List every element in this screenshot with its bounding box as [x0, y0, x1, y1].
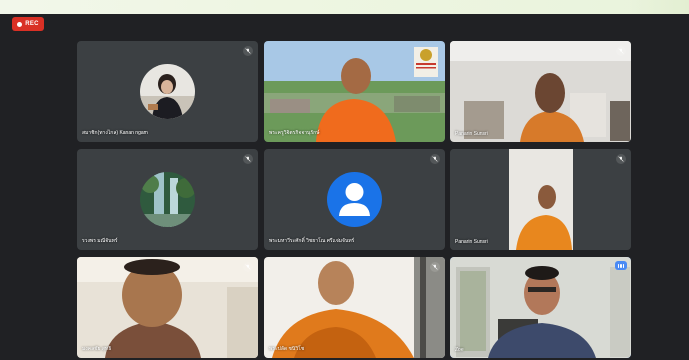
mic-muted-icon [430, 262, 440, 272]
participant-tile[interactable]: Panarin Sunsri [450, 41, 631, 142]
mic-muted-icon [243, 46, 253, 56]
participant-name: Panarin Sunsri [455, 131, 488, 137]
participant-tile[interactable]: Panarin Sunsri [450, 149, 631, 250]
recording-label: REC [25, 21, 39, 27]
participant-tile[interactable]: สมาชิก(ทางไกล) Kanan ngam [77, 41, 258, 142]
participant-video [77, 257, 258, 358]
mic-muted-icon [243, 262, 253, 272]
participant-avatar [140, 64, 195, 119]
mic-muted-icon [430, 154, 440, 164]
speaking-indicator-icon [615, 261, 627, 270]
top-banner [0, 0, 689, 14]
mic-muted-icon [616, 46, 626, 56]
participant-video [264, 41, 445, 142]
participant-avatar [327, 172, 382, 227]
participant-name: พระมหาวีระศักดิ์ วิชยาโณ ศรีแจ่มจันทร์ [269, 238, 355, 244]
participant-name: Panarin Sunsri [455, 239, 488, 245]
participant-tile[interactable]: พระมหาวีระศักดิ์ วิชยาโณ ศรีแจ่มจันทร์ [264, 149, 445, 250]
participant-name: พระปลัด ชนิวิโช [269, 346, 305, 352]
default-user-icon [339, 183, 370, 216]
recording-indicator: REC [12, 17, 44, 31]
mic-muted-icon [243, 154, 253, 164]
participant-name: พระครูวิจิตรกิจจานุรักษ์ [269, 130, 320, 136]
participant-tile-active[interactable]: Zoe [450, 257, 631, 358]
participant-tile[interactable]: พระครูวิจิตรกิจจานุรักษ์ [264, 41, 445, 142]
participant-name: รวงพร มณีจันทร์ [82, 238, 118, 244]
participant-name: สมาชิก(ทางไกล) Kanan ngam [82, 130, 148, 136]
participant-video [450, 149, 631, 250]
participant-tile[interactable]: พระปลัด ชนิวิโช [264, 257, 445, 358]
participant-name: Zoe [455, 347, 464, 353]
record-dot-icon [17, 21, 23, 27]
participant-avatar [140, 172, 195, 227]
mic-muted-icon [616, 154, 626, 164]
participant-video [450, 257, 631, 358]
participant-video [264, 257, 445, 358]
participant-tile[interactable]: มงคลชัย สุทธิ [77, 257, 258, 358]
participant-tile[interactable]: รวงพร มณีจันทร์ [77, 149, 258, 250]
participant-video [450, 41, 631, 142]
participant-name: มงคลชัย สุทธิ [82, 346, 112, 352]
